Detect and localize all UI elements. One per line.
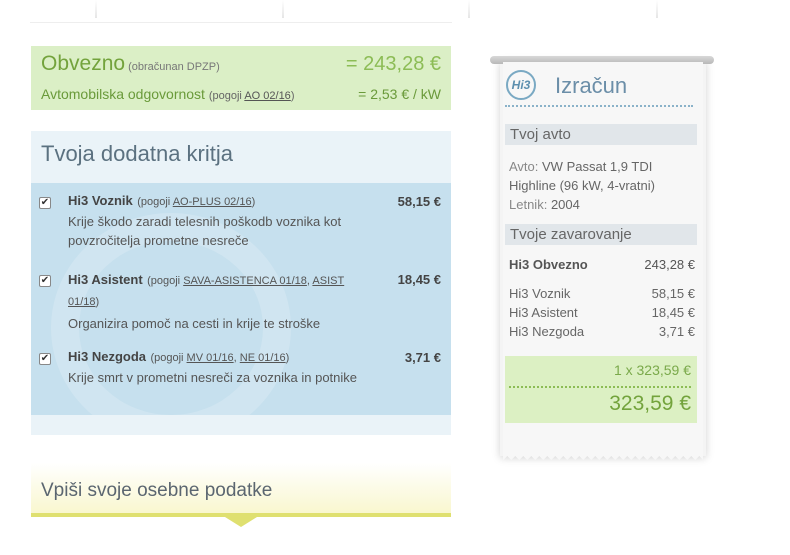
line-amount: 58,15 € [651,286,695,301]
ao-cond-prefix: (pogoji [208,90,245,102]
car-section-header: Tvoj avto [505,124,697,145]
cond-suffix: ) [95,296,100,308]
obvezno-title: Obvezno [41,52,126,75]
obvezno-subtitle: (obračunan DPZP) [128,61,220,73]
cond-suffix: ) [251,196,256,208]
coverage-name: Hi3 Nezgoda [68,349,147,364]
line-amount: 18,45 € [651,305,695,320]
personal-data-title: Vpiši svoje osebne podatke [41,480,273,501]
obvezno-panel: Obvezno (obračunan DPZP) = 243,28 € Avtom… [31,46,451,110]
coverage-description: Krije smrt v prometni nesreči za voznika… [68,370,358,385]
receipt-panel: Hi3 Izračun Tvoj avto Avto: VW Passat 1,… [503,62,703,456]
ao-line: Avtomobilska odgovornost (pogoji AO 02/1… [41,86,294,102]
year-value: 2004 [550,197,580,212]
ao-label: Avtomobilska odgovornost [41,86,205,102]
ao-per-kw: = 2,53 € / kW [358,86,441,102]
receipt-torn-edge [503,452,703,460]
nezgoda-conditions-link-1[interactable]: MV 01/16 [187,352,234,364]
cond-suffix: ) [285,352,290,364]
quantity-total: 1 x 323,59 € [613,362,691,378]
year-label: Letnik: [509,197,548,212]
coverage-description: Krije škodo zaradi telesnih poškodb vozn… [68,214,342,248]
additional-coverage-panel: Tvoja dodatna kritja ✔ Hi3 Voznik (pogoj… [31,131,451,435]
coverage-price: 3,71 € [404,350,441,365]
nezgoda-conditions-link-2[interactable]: NE 01/16 [240,352,286,364]
ao-conditions-link[interactable]: AO 02/16 [244,90,290,102]
line-name: Hi3 Asistent [509,305,578,320]
coverage-name: Hi3 Voznik [68,193,133,208]
total-divider [509,386,691,388]
line-name: Hi3 Nezgoda [509,324,585,339]
receipt-line: Hi3 Asistent 18,45 € [509,305,695,320]
receipt-title: Izračun [555,73,628,98]
asistent-conditions-link-1[interactable]: SAVA-ASISTENCA 01/18 [183,275,307,287]
hi3-logo-icon: Hi3 [506,70,536,100]
expand-arrow-icon [225,517,257,527]
car-label: Avto: [509,159,539,174]
cond-prefix: (pogoji [147,275,184,287]
grand-total: 323,59 € [609,392,691,415]
car-details: Avto: VW Passat 1,9 TDI Highline (96 kW,… [509,157,697,214]
cond-prefix: (pogoji [137,196,173,208]
receipt-total-box: 1 x 323,59 € 323,59 € [505,356,697,423]
coverage-description: Organizira pomoč na cesti in krije te st… [68,316,321,331]
obvezno-amount: = 243,28 € [345,53,441,75]
receipt-line: Hi3 Nezgoda 3,71 € [509,324,695,339]
line-amount: 3,71 € [658,324,695,339]
voznik-conditions-link[interactable]: AO-PLUS 02/16 [173,196,252,208]
ao-cond-suffix: ) [290,90,295,102]
main-amount: 243,28 € [644,257,695,272]
receipt-line: Hi3 Voznik 58,15 € [509,286,695,301]
personal-data-section[interactable]: Vpiši svoje osebne podatke [31,463,451,527]
line-name: Hi3 Voznik [509,286,571,301]
coverage-list: ✔ Hi3 Voznik (pogoji AO-PLUS 02/16) Krij… [31,183,451,415]
top-decoration [0,0,790,24]
receipt-divider [505,105,693,107]
asistent-checkbox[interactable]: ✔ [39,275,51,287]
coverage-name: Hi3 Asistent [68,272,143,287]
receipt-main-row: Hi3 Obvezno 243,28 € [509,257,695,272]
coverage-price: 18,45 € [397,272,441,287]
cond-prefix: (pogoji [150,352,187,364]
voznik-checkbox[interactable]: ✔ [39,197,51,209]
coverage-price: 58,15 € [397,194,441,209]
nezgoda-checkbox[interactable]: ✔ [39,353,51,365]
main-name: Hi3 Obvezno [509,257,588,272]
additional-coverage-title: Tvoja dodatna kritja [41,141,233,166]
insurance-section-header: Tvoje zavarovanje [505,224,697,245]
